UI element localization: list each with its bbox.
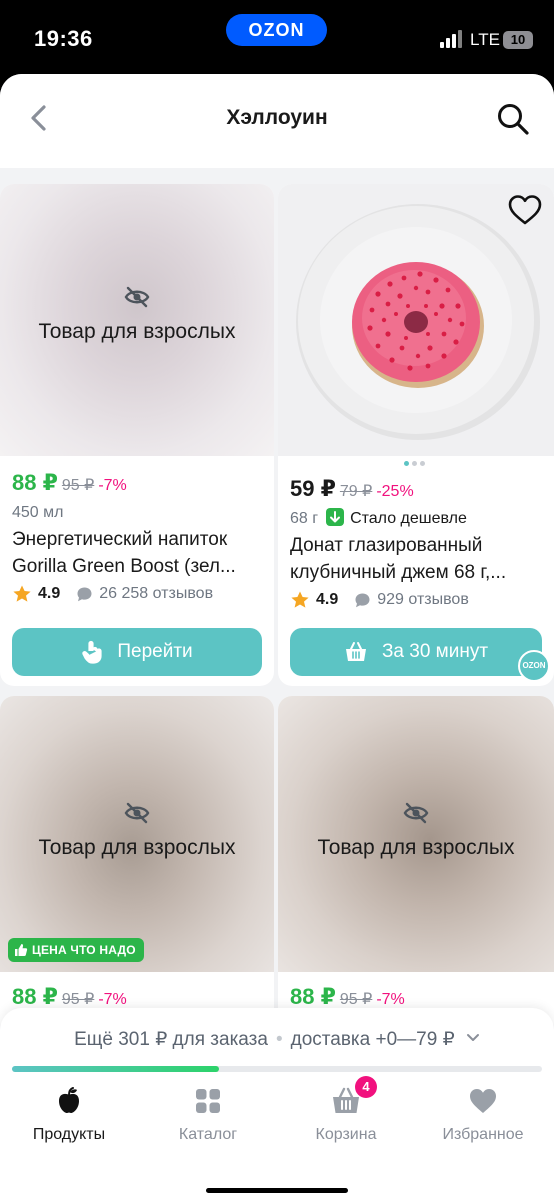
product-card-adult-1[interactable]: Товар для взрослых ЦЕНА ЧТО НАДО 88 ₽95 … <box>0 696 274 1036</box>
current-price: 88 ₽ <box>12 470 58 495</box>
product-weight-row: 68 г Стало дешевле <box>290 508 467 528</box>
rating-row: 4.9 929 отзывов <box>290 590 469 610</box>
price-down-icon <box>326 508 345 526</box>
order-progress-bar <box>12 1066 542 1072</box>
favorite-heart-icon[interactable] <box>508 194 542 226</box>
price-row: 88 ₽95 ₽ -7% <box>12 984 127 1010</box>
price-row: 88 ₽95 ₽ -7% <box>290 984 405 1010</box>
bottom-panel: Ещё 301 ₽ для заказа • доставка +0—79 ₽ Пр… <box>0 1008 554 1200</box>
old-price: 95 ₽ <box>339 991 373 1008</box>
price-badge: ЦЕНА ЧТО НАДО <box>8 938 144 962</box>
battery-icon: 10 <box>503 31 533 49</box>
network-type: LTE <box>470 30 500 49</box>
order-minimum-hint: Ещё 301 ₽ для заказа <box>74 1029 268 1050</box>
star-icon <box>13 585 31 602</box>
status-bar: 19:36 OZON LTE 10 <box>0 0 554 74</box>
old-price: 95 ₽ <box>61 991 95 1008</box>
button-label: Перейти <box>117 641 193 662</box>
app-sheet: Хэллоуин Товар для взрослых 88 ₽95 ₽ -7% … <box>0 74 554 1200</box>
price-badge-label: ЦЕНА ЧТО НАДО <box>32 943 136 957</box>
basket-icon <box>345 642 366 661</box>
search-icon[interactable] <box>494 100 532 138</box>
cheaper-label: Стало дешевле <box>350 510 467 527</box>
product-weight: 68 г <box>290 510 319 527</box>
product-name[interactable]: Энергетический напиток Gorilla Green Boo… <box>12 526 266 580</box>
nav-label: Каталог <box>178 1126 238 1143</box>
discount-percent: -7% <box>98 991 127 1008</box>
thumbs-up-icon <box>15 944 28 956</box>
nav-catalog[interactable]: Каталог <box>139 1086 277 1144</box>
discount-percent: -7% <box>98 477 127 494</box>
image-pager-dots <box>404 461 428 467</box>
discount-percent: -25% <box>376 483 414 500</box>
product-volume: 450 мл <box>12 504 64 521</box>
home-indicator <box>206 1188 348 1193</box>
hidden-eye-icon <box>124 286 150 308</box>
button-label: За 30 минут <box>381 641 489 662</box>
status-time: 19:36 <box>34 26 93 51</box>
rating-row: 4.9 26 258 отзывов <box>12 584 213 604</box>
ozon-fresh-badge: OZON <box>518 650 550 682</box>
discount-percent: -7% <box>376 991 405 1008</box>
nav-label: Корзина <box>315 1126 377 1143</box>
reviews-bubble-icon <box>355 593 370 607</box>
price-row: 59 ₽79 ₽ -25% <box>290 476 414 502</box>
adult-content-label: Товар для взрослых <box>317 836 515 859</box>
page-title: Хэллоуин <box>226 106 328 129</box>
delivery-info[interactable]: Ещё 301 ₽ для заказа • доставка +0—79 ₽ <box>0 1028 554 1051</box>
nav-label: Продукты <box>32 1126 106 1143</box>
apple-icon <box>59 1087 79 1113</box>
bottom-navigation: Продукты Каталог 4 Корзина Избранное <box>0 1076 554 1166</box>
nav-label: Избранное <box>442 1126 524 1143</box>
cart-count-badge: 4 <box>355 1076 377 1098</box>
hidden-eye-icon <box>403 802 429 824</box>
current-price: 59 ₽ <box>290 476 336 501</box>
product-card-adult-2[interactable]: Товар для взрослых 88 ₽95 ₽ -7% <box>278 696 554 1036</box>
rating-value: 4.9 <box>316 591 339 608</box>
nav-products[interactable]: Продукты <box>0 1086 138 1144</box>
chevron-down-icon[interactable] <box>466 1033 480 1043</box>
old-price: 95 ₽ <box>61 477 95 494</box>
order-progress-fill <box>12 1066 219 1072</box>
price-row: 88 ₽95 ₽ -7% <box>12 470 127 496</box>
product-image-donut[interactable] <box>278 184 554 456</box>
separator-dot: • <box>275 1029 283 1050</box>
adult-content-label: Товар для взрослых <box>38 320 236 343</box>
top-bar: Хэллоуин <box>0 74 554 168</box>
rating-value: 4.9 <box>38 585 61 602</box>
reviews-count: 26 258 отзывов <box>99 585 214 602</box>
product-name[interactable]: Донат глазированный клубничный джем 68 г… <box>290 532 546 586</box>
reviews-bubble-icon <box>77 587 92 601</box>
adult-content-label: Товар для взрослых <box>38 836 236 859</box>
heart-icon <box>470 1089 496 1113</box>
tap-hand-icon <box>82 640 102 664</box>
product-image-hidden[interactable]: Товар для взрослых ЦЕНА ЧТО НАДО <box>0 696 274 972</box>
delivery-cost-hint: доставка +0—79 ₽ <box>290 1029 455 1050</box>
product-image-hidden[interactable]: Товар для взрослых <box>0 184 274 456</box>
current-price: 88 ₽ <box>290 984 336 1009</box>
add-to-cart-express-button[interactable]: За 30 минут <box>290 628 542 676</box>
product-image-hidden[interactable]: Товар для взрослых <box>278 696 554 972</box>
go-to-product-button[interactable]: Перейти <box>12 628 262 676</box>
current-price: 88 ₽ <box>12 984 58 1009</box>
signal-icon <box>440 30 464 48</box>
reviews-count: 929 отзывов <box>377 591 469 608</box>
nav-favorites[interactable]: Избранное <box>414 1086 552 1144</box>
product-card-energy-drink[interactable]: Товар для взрослых 88 ₽95 ₽ -7% 450 мл Эн… <box>0 184 274 686</box>
grid-icon <box>196 1089 220 1113</box>
star-icon <box>291 591 309 608</box>
hidden-eye-icon <box>124 802 150 824</box>
ozon-logo: OZON <box>226 14 327 46</box>
nav-cart[interactable]: 4 Корзина <box>277 1076 415 1144</box>
old-price: 79 ₽ <box>339 483 373 500</box>
product-card-donut[interactable]: 59 ₽79 ₽ -25% 68 г Стало дешевле Донат гла… <box>278 184 554 686</box>
